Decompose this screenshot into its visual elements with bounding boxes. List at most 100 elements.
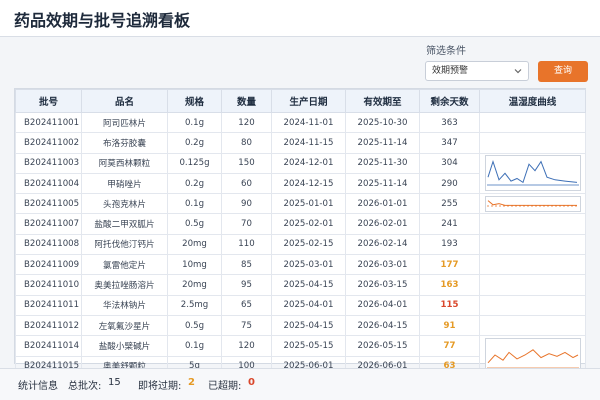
expiry-filter-select[interactable]: 效期预警 [425, 61, 529, 81]
cell-batch: B202411007 [15, 213, 82, 235]
table-row[interactable]: B202411002 布洛芬胶囊 0.2g 80 2024-11-15 2025-11-1… [15, 132, 586, 154]
cell-batch: B202411014 [15, 335, 82, 357]
col-header[interactable]: 品名 [81, 89, 168, 113]
col-header[interactable]: 剩余天数 [419, 89, 480, 113]
cell-spec: 0.1g [167, 111, 222, 134]
cell-days: 255 [419, 193, 480, 215]
cell-mfg: 2025-05-15 [271, 335, 346, 357]
cell-name: 奥美拉唑肠溶片 [81, 274, 168, 296]
col-header[interactable]: 批号 [15, 89, 82, 113]
table-row[interactable]: B202411012 左氧氟沙星片 0.5g 75 2025-04-15 2026-04-… [15, 314, 586, 337]
cell-exp: 2026-04-15 [345, 314, 420, 337]
table-row[interactable]: B202411008 阿托伐他汀钙片 20mg 110 2025-02-15 2026-0… [15, 233, 586, 256]
cell-curve [479, 294, 586, 316]
cell-mfg: 2025-04-01 [271, 294, 346, 316]
cell-name: 阿托伐他汀钙片 [81, 233, 168, 256]
cell-exp: 2025-11-30 [345, 152, 420, 174]
cell-batch: B202411011 [15, 294, 82, 316]
cell-batch: B202411003 [15, 152, 82, 174]
cell-batch: B202411009 [15, 254, 82, 276]
cell-qty: 65 [221, 294, 272, 316]
filter-label: 筛选条件 [426, 46, 466, 57]
stats-label: 统计信息 [18, 381, 58, 392]
cell-name: 甲硝唑片 [81, 172, 168, 195]
cell-curve [479, 132, 586, 154]
cell-curve [479, 152, 586, 195]
col-header[interactable]: 规格 [167, 89, 222, 113]
cell-batch: B202411012 [15, 314, 82, 337]
cell-mfg: 2025-02-15 [271, 233, 346, 256]
cell-exp: 2026-02-14 [345, 233, 420, 256]
cell-mfg: 2024-12-01 [271, 152, 346, 174]
col-header[interactable]: 有效期至 [345, 89, 420, 113]
cell-curve [479, 314, 586, 337]
cell-batch: B202411005 [15, 193, 82, 215]
cell-curve [479, 193, 586, 215]
cell-mfg: 2025-04-15 [271, 314, 346, 337]
total-count: 15 [108, 377, 121, 388]
cell-mfg: 2025-03-01 [271, 254, 346, 276]
table-row[interactable]: B202411014 盐酸小檗碱片 0.1g 120 2025-05-15 2026-05… [15, 335, 586, 377]
table-row[interactable]: B202411001 阿司匹林片 0.1g 120 2024-11-01 2025-10-… [15, 111, 586, 134]
cell-days: 91 [419, 314, 480, 337]
cell-name: 华法林钠片 [81, 294, 168, 316]
cell-name: 盐酸小檗碱片 [81, 335, 168, 357]
cell-qty: 110 [221, 233, 272, 256]
cell-name: 盐酸二甲双胍片 [81, 213, 168, 235]
col-header[interactable]: 温湿度曲线 [479, 89, 586, 113]
cell-curve [479, 233, 586, 256]
cell-name: 阿莫西林颗粒 [81, 152, 168, 174]
cell-exp: 2026-03-01 [345, 254, 420, 276]
col-header[interactable]: 生产日期 [271, 89, 346, 113]
cell-curve [479, 274, 586, 296]
cell-batch: B202411008 [15, 233, 82, 256]
cell-mfg: 2024-12-15 [271, 172, 346, 195]
cell-spec: 0.125g [167, 152, 222, 174]
cell-spec: 0.1g [167, 335, 222, 357]
cell-mfg: 2025-02-01 [271, 213, 346, 235]
table-row[interactable]: B202411007 盐酸二甲双胍片 0.5g 70 2025-02-01 2026-02… [15, 213, 586, 235]
cell-exp: 2026-03-15 [345, 274, 420, 296]
expired-count: 0 [248, 377, 255, 388]
cell-batch: B202411001 [15, 111, 82, 134]
cell-days: 304 [419, 152, 480, 174]
cell-qty: 75 [221, 314, 272, 337]
total-label: 总批次: [68, 381, 102, 392]
page-title: 药品效期与批号追溯看板 [14, 11, 191, 30]
cell-spec: 10mg [167, 254, 222, 276]
cell-exp: 2026-02-01 [345, 213, 420, 235]
table-row[interactable]: B202411010 奥美拉唑肠溶片 20mg 95 2025-04-15 2026-03… [15, 274, 586, 296]
query-button[interactable]: 查询 [538, 61, 588, 82]
temp-humidity-sparkline [484, 155, 581, 192]
cell-exp: 2026-05-15 [345, 335, 420, 357]
cell-name: 头孢克林片 [81, 193, 168, 215]
cell-qty: 80 [221, 132, 272, 154]
cell-days: 163 [419, 274, 480, 296]
cell-days: 193 [419, 233, 480, 256]
cell-batch: B202411002 [15, 132, 82, 154]
table-row[interactable]: B202411005 头孢克林片 0.1g 90 2025-01-01 2026-01-0… [15, 193, 586, 215]
cell-qty: 95 [221, 274, 272, 296]
col-header[interactable]: 数量 [221, 89, 272, 113]
table-row[interactable]: B202411009 氯雷他定片 10mg 85 2025-03-01 2026-03-0… [15, 254, 586, 276]
table-row[interactable]: B202411003 阿莫西林颗粒 0.125g 150 2024-12-01 2025-… [15, 152, 586, 195]
expired-label: 已超期: [208, 381, 242, 392]
cell-mfg: 2024-11-15 [271, 132, 346, 154]
table-header-row: 批号 品名 规格 数量 生产日期 有效期至 剩余天数 温湿度曲线 [15, 89, 586, 113]
expiring-count: 2 [188, 377, 195, 388]
dashboard-page: 药品效期与批号追溯看板 筛选条件 效期预警 查询 批号 品名 规格 数量 生产日… [0, 0, 600, 400]
cell-exp: 2025-11-14 [345, 132, 420, 154]
cell-name: 左氧氟沙星片 [81, 314, 168, 337]
cell-name: 布洛芬胶囊 [81, 132, 168, 154]
cell-days: 115 [419, 294, 480, 316]
cell-days: 77 [419, 335, 480, 357]
cell-spec: 20mg [167, 233, 222, 256]
stats-footer: 统计信息 总批次: 15 即将过期: 2 已超期: 0 [0, 368, 600, 400]
batch-table: 批号 品名 规格 数量 生产日期 有效期至 剩余天数 温湿度曲线 B202411… [14, 88, 586, 377]
cell-curve [479, 213, 586, 235]
expiring-label: 即将过期: [138, 381, 182, 392]
header-bar: 药品效期与批号追溯看板 [0, 0, 600, 37]
cell-days: 347 [419, 132, 480, 154]
cell-exp: 2026-04-01 [345, 294, 420, 316]
table-row[interactable]: B202411011 华法林钠片 2.5mg 65 2025-04-01 2026-04-… [15, 294, 586, 316]
